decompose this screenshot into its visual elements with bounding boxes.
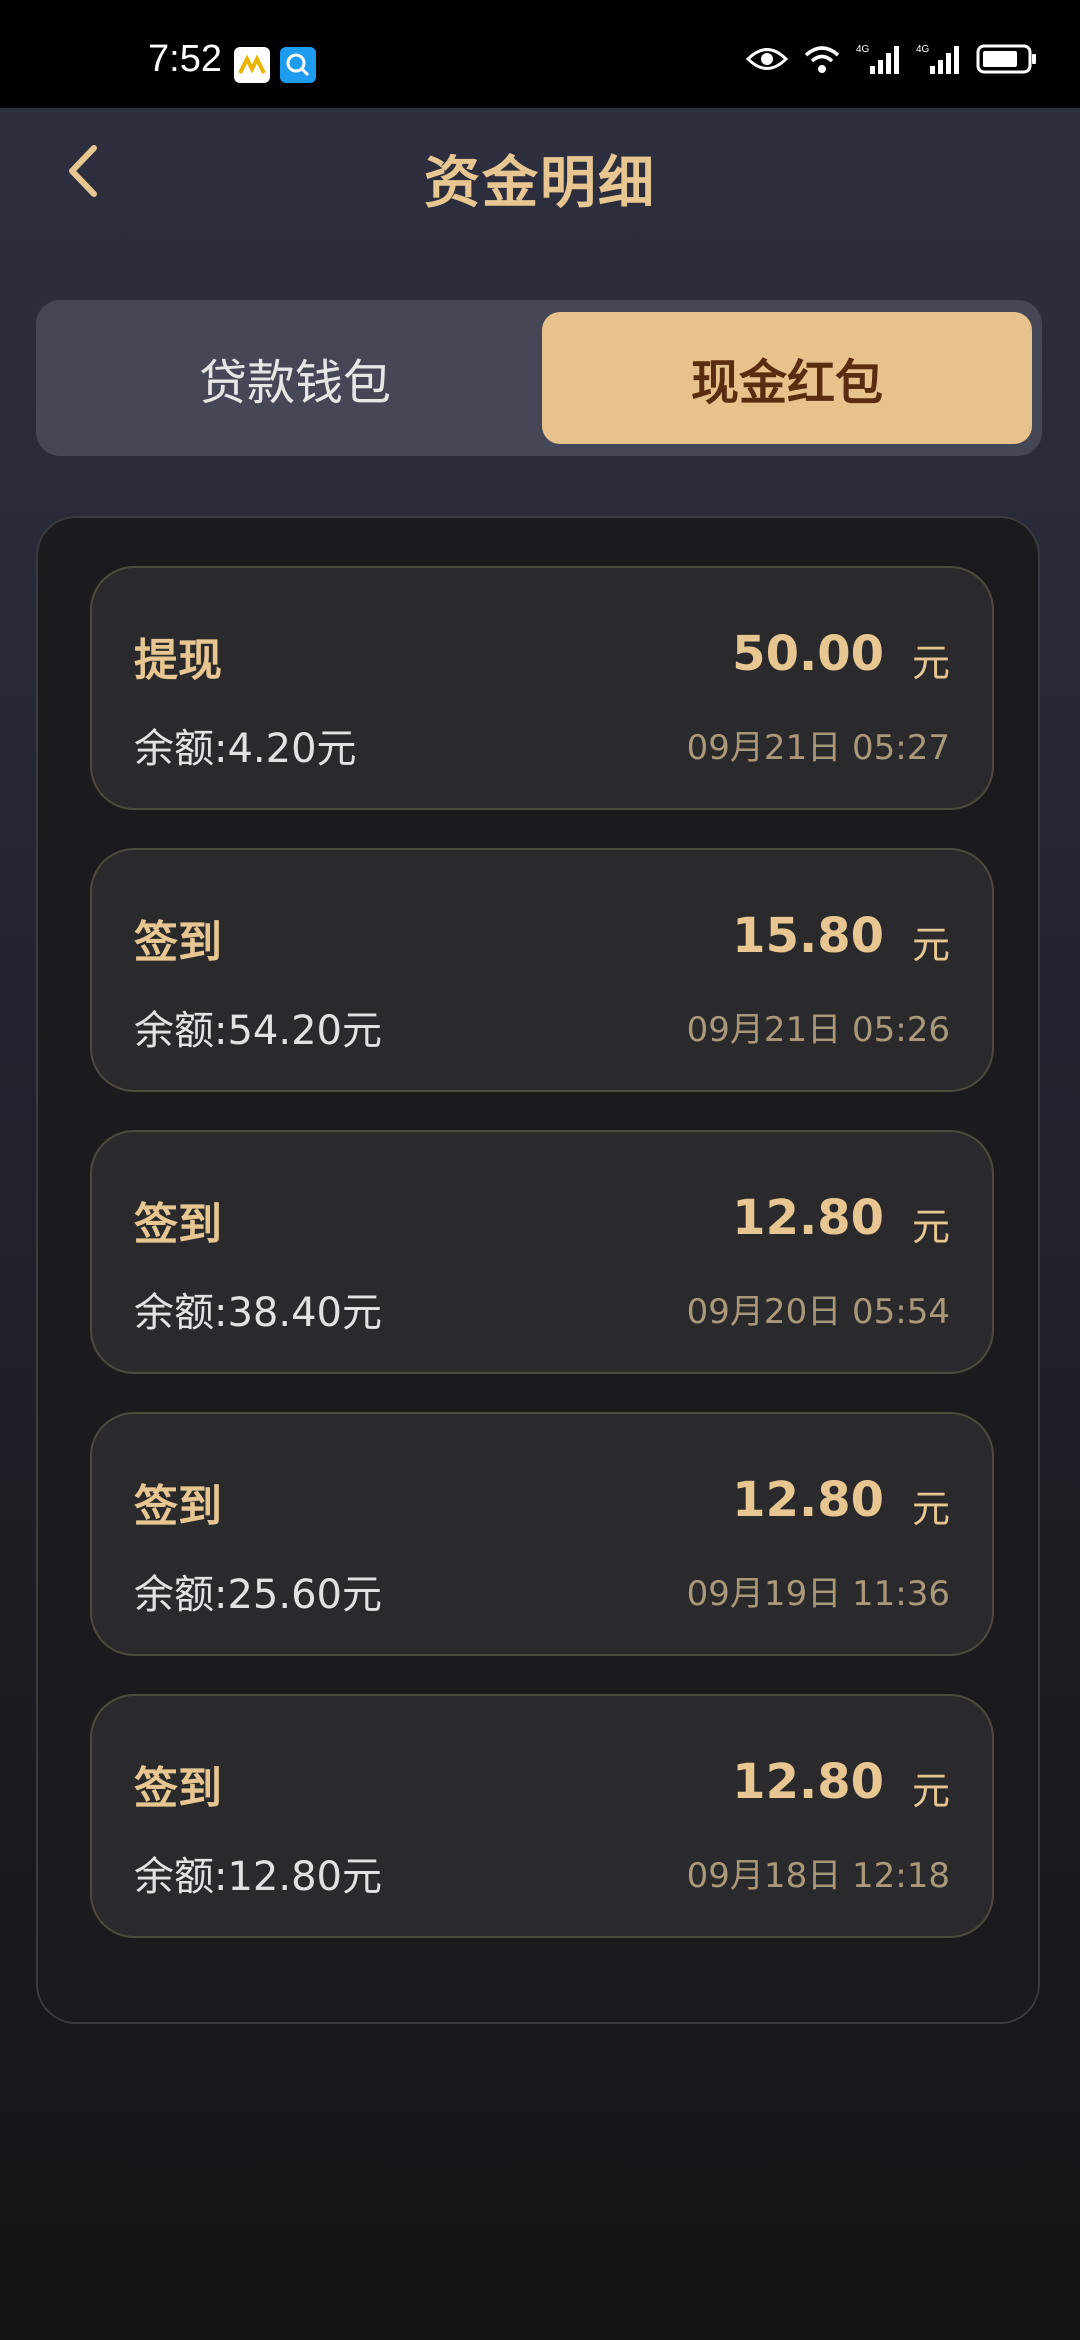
wifi-icon [802, 43, 842, 79]
record-amount: 12.80 [732, 1472, 884, 1528]
record-balance: 余额:12.80元 [134, 1854, 382, 1900]
search-app-icon [280, 47, 316, 83]
signal-4g-icon: 4G [856, 42, 902, 80]
record-amount: 50.00 [732, 626, 884, 682]
page-title: 资金明细 [424, 151, 656, 216]
record-balance: 余额:54.20元 [134, 1008, 382, 1054]
record-time: 09月20日 05:54 [686, 1292, 950, 1332]
nav-bar: 资金明细 [0, 108, 1080, 238]
record-time: 09月18日 12:18 [686, 1856, 950, 1896]
signal-4g-icon: 4G [916, 42, 962, 80]
battery-icon [976, 43, 1038, 79]
svg-text:4G: 4G [856, 44, 870, 55]
record-balance: 余额:4.20元 [134, 726, 357, 772]
record-time: 09月21日 05:27 [686, 728, 950, 768]
record-time: 09月21日 05:26 [686, 1010, 950, 1050]
svg-text:4G: 4G [916, 44, 930, 55]
record-unit: 元 [911, 641, 950, 685]
record-unit: 元 [911, 1205, 950, 1249]
record-amount: 12.80 [732, 1754, 884, 1810]
record-balance: 余额:25.60元 [134, 1572, 382, 1618]
record-amount: 12.80 [732, 1190, 884, 1246]
wallet-tabs: 贷款钱包 现金红包 [36, 300, 1042, 456]
record-unit: 元 [911, 923, 950, 967]
eye-icon [745, 44, 789, 78]
list-item[interactable]: 签到 15.80 元 余额:54.20元 09月21日 05:26 [90, 848, 994, 1092]
status-time: 7:52 [148, 38, 222, 80]
status-indicators: 4G 4G [745, 42, 1038, 80]
record-type: 签到 [134, 1763, 222, 1814]
record-type: 提现 [134, 635, 222, 686]
list-item[interactable]: 签到 12.80 元 余额:38.40元 09月20日 05:54 [90, 1130, 994, 1374]
list-item[interactable]: 签到 12.80 元 余额:12.80元 09月18日 12:18 [90, 1694, 994, 1938]
tab-loan-wallet[interactable]: 贷款钱包 [50, 312, 540, 444]
record-unit: 元 [911, 1769, 950, 1813]
record-balance: 余额:38.40元 [134, 1290, 382, 1336]
record-unit: 元 [911, 1487, 950, 1531]
record-time: 09月19日 11:36 [686, 1574, 950, 1614]
app-notification-icon [234, 47, 270, 83]
status-bar: 7:52 4G 4G [0, 0, 1080, 108]
record-type: 签到 [134, 1199, 222, 1250]
record-type: 签到 [134, 1481, 222, 1532]
list-item[interactable]: 提现 50.00 元 余额:4.20元 09月21日 05:27 [90, 566, 994, 810]
records-panel: 提现 50.00 元 余额:4.20元 09月21日 05:27 签到 15.8… [36, 516, 1040, 2024]
record-amount: 15.80 [732, 908, 884, 964]
record-type: 签到 [134, 917, 222, 968]
tab-cash-red-packet[interactable]: 现金红包 [542, 312, 1032, 444]
list-item[interactable]: 签到 12.80 元 余额:25.60元 09月19日 11:36 [90, 1412, 994, 1656]
